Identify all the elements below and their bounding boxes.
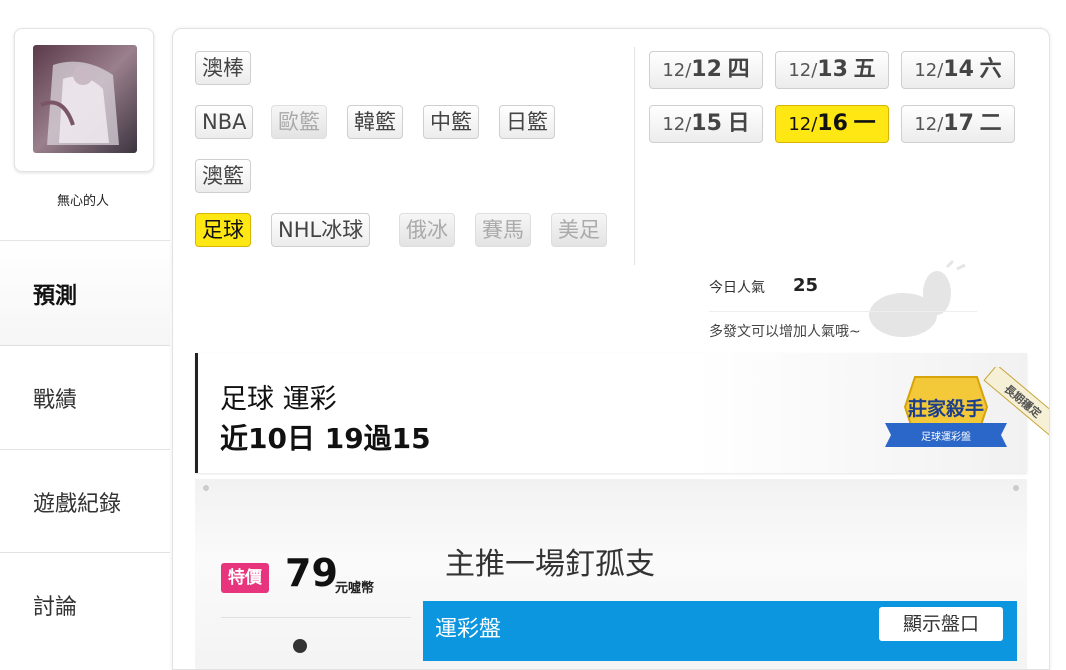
- sport-button-aus-baseball[interactable]: 澳棒: [195, 51, 251, 85]
- popularity-value: 25: [793, 275, 819, 296]
- bar-label: 運彩盤: [435, 617, 502, 642]
- pin-icon: [203, 485, 209, 491]
- date-month: 12/: [788, 114, 818, 135]
- date-button-12-14[interactable]: 12/14 六: [901, 51, 1015, 89]
- date-weekday: 四: [727, 57, 750, 82]
- show-odds-button[interactable]: 顯示盤口: [879, 607, 1003, 641]
- main-panel: 澳棒 NBA 歐籃 韓籃 中籃 日籃 澳籃 足球 NHL冰球 俄冰 賽馬 美足 …: [172, 28, 1050, 670]
- mascot-watermark-icon: [869, 259, 966, 337]
- record-stat: 近10日 19過15: [220, 422, 431, 455]
- user-icon: [293, 639, 307, 653]
- price-value: 79: [285, 551, 338, 595]
- date-weekday: 五: [853, 57, 876, 82]
- sidebar-divider: [0, 240, 170, 241]
- date-day: 12: [691, 57, 722, 82]
- badge-subtitle: 足球運彩盤: [921, 430, 971, 443]
- popularity-divider: [709, 311, 977, 312]
- nav-item-game-history[interactable]: 遊戲紀錄: [0, 450, 170, 553]
- nav-item-predict[interactable]: 預測: [0, 242, 170, 345]
- date-button-12-12[interactable]: 12/12 四: [649, 51, 763, 89]
- date-day: 14: [943, 57, 974, 82]
- date-day: 16: [817, 111, 848, 136]
- sport-button-nba[interactable]: NBA: [195, 105, 254, 139]
- date-month: 12/: [914, 114, 944, 135]
- sale-tag: 特價: [221, 563, 269, 593]
- date-month: 12/: [788, 60, 818, 81]
- sport-button-nfl: 美足: [551, 213, 607, 247]
- date-weekday: 六: [979, 57, 1002, 82]
- date-weekday: 二: [979, 111, 1002, 136]
- sport-button-kr-basketball[interactable]: 韓籃: [347, 105, 403, 139]
- avatar-card[interactable]: [14, 28, 154, 172]
- username: 無心的人: [56, 194, 109, 209]
- sport-button-nhl[interactable]: NHL冰球: [271, 213, 371, 247]
- nav-item-discussion[interactable]: 討論: [0, 553, 170, 656]
- product-headline[interactable]: 主推一場釘孤支: [445, 539, 655, 583]
- sport-button-aus-basketball[interactable]: 澳籃: [195, 159, 251, 193]
- sport-button-eu-basketball: 歐籃: [271, 105, 327, 139]
- date-day: 13: [817, 57, 848, 82]
- price-unit: 元噓幣: [335, 581, 375, 596]
- date-button-12-16[interactable]: 12/16 一: [775, 105, 889, 143]
- nav-item-record[interactable]: 戰績: [0, 346, 170, 449]
- sport-button-cn-basketball[interactable]: 中籃: [423, 105, 479, 139]
- date-month: 12/: [662, 60, 692, 81]
- record-title: 足球 運彩: [220, 384, 337, 415]
- sport-button-horse-racing: 賽馬: [475, 213, 531, 247]
- popularity-tip: 多發文可以增加人氣哦~: [709, 324, 861, 340]
- badge-title: 莊家殺手: [908, 397, 984, 420]
- date-weekday: 日: [727, 111, 750, 136]
- popularity-label: 今日人氣: [709, 280, 765, 296]
- sport-button-soccer[interactable]: 足球: [195, 213, 251, 247]
- date-month: 12/: [662, 114, 692, 135]
- date-button-12-13[interactable]: 12/13 五: [775, 51, 889, 89]
- sport-button-jp-basketball[interactable]: 日籃: [499, 105, 555, 139]
- sport-button-kh-hockey: 俄冰: [399, 213, 455, 247]
- pin-icon: [1013, 485, 1019, 491]
- date-day: 15: [691, 111, 722, 136]
- featured-product: 特價 79 元噓幣 主推一場釘孤支 運彩盤 顯示盤口: [195, 479, 1027, 669]
- date-month: 12/: [914, 60, 944, 81]
- panel-divider: [634, 47, 635, 265]
- bookmaker-killer-badge-icon: 莊家殺手 足球運彩盤 長期穩定: [885, 367, 1049, 447]
- avatar[interactable]: [33, 45, 137, 153]
- date-button-12-17[interactable]: 12/17 二: [901, 105, 1015, 143]
- date-weekday: 一: [853, 111, 876, 136]
- date-day: 17: [943, 111, 974, 136]
- date-button-12-15[interactable]: 12/15 日: [649, 105, 763, 143]
- lottery-board-bar: 運彩盤 顯示盤口: [423, 601, 1017, 661]
- price-divider: [221, 617, 411, 618]
